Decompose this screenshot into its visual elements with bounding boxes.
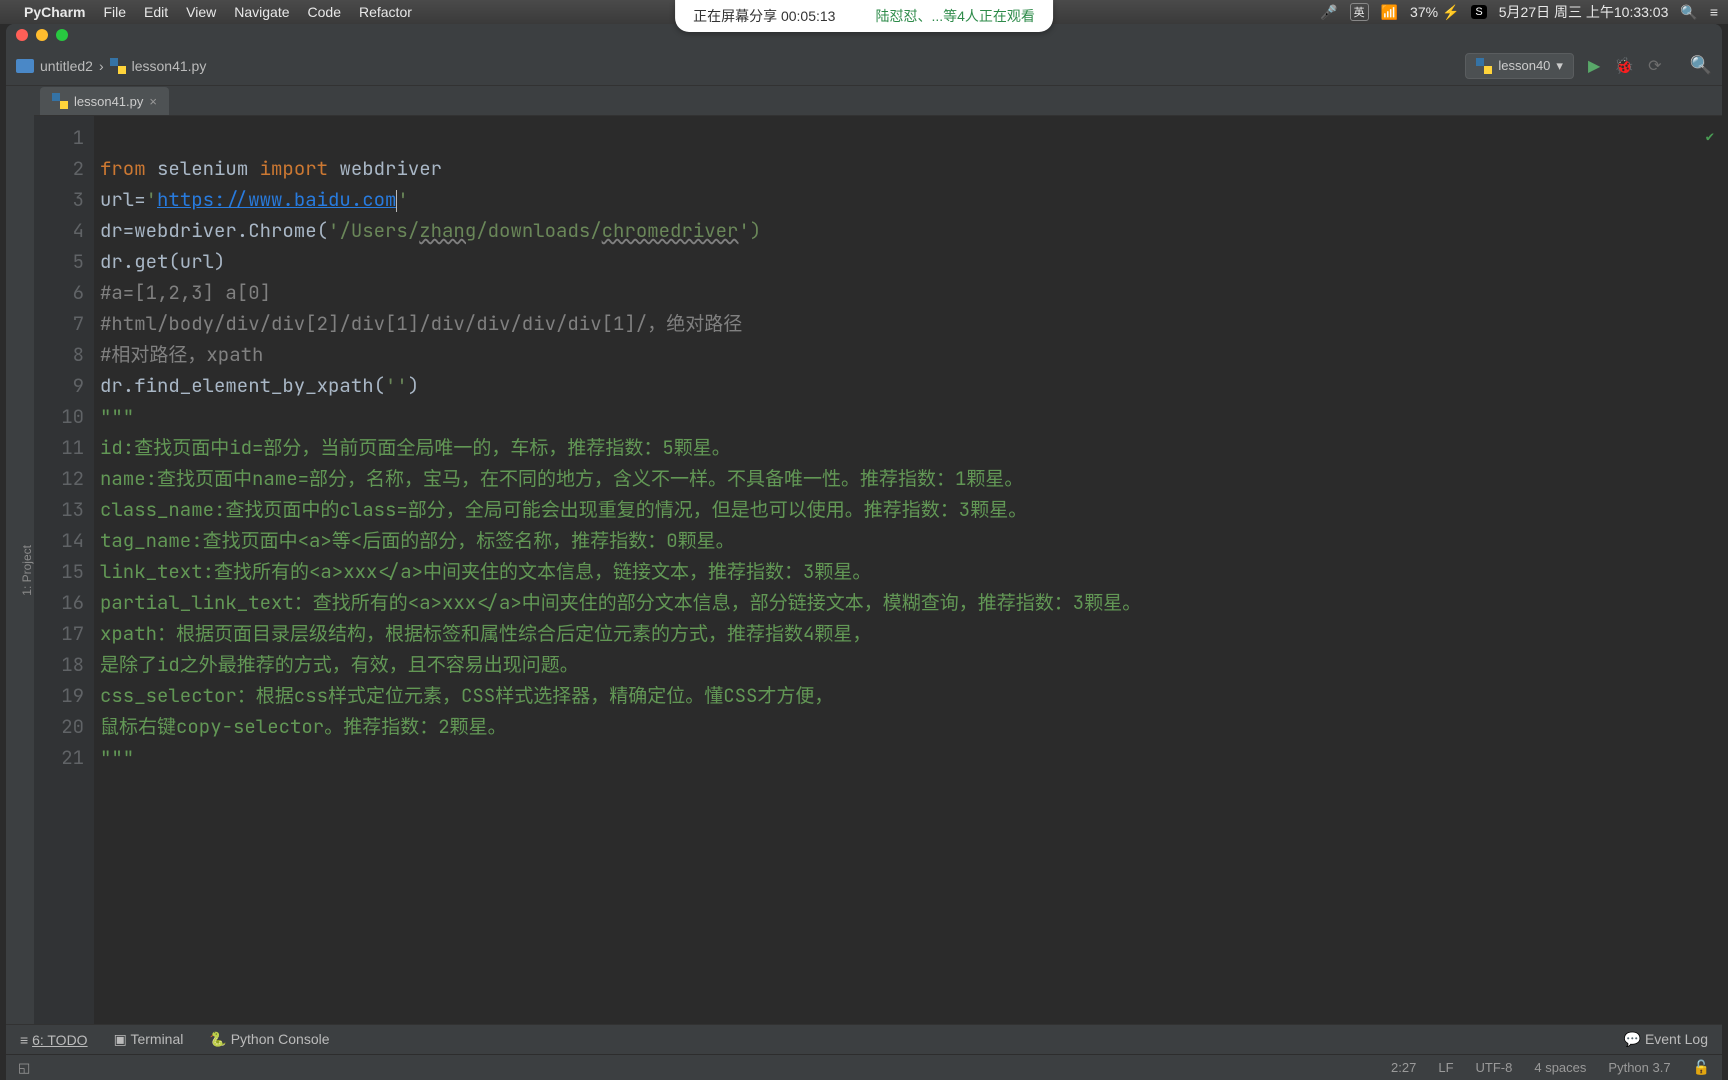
close-window-icon[interactable] bbox=[16, 29, 28, 41]
menu-file[interactable]: File bbox=[103, 4, 126, 20]
statusbar-toggle-icon[interactable]: ◱ bbox=[18, 1060, 30, 1076]
battery-status[interactable]: 37% ⚡ bbox=[1410, 4, 1459, 21]
pycharm-window: untitled2 › lesson41.py lesson40 ▾ ▶ 🐞 ⟳… bbox=[6, 24, 1722, 1080]
minimize-window-icon[interactable] bbox=[36, 29, 48, 41]
indent-setting[interactable]: 4 spaces bbox=[1534, 1060, 1586, 1075]
bottom-tool-stripe: ≡ 6: TODO ▣ Terminal 🐍 Python Console 💬 … bbox=[6, 1024, 1722, 1054]
menu-refactor[interactable]: Refactor bbox=[359, 4, 412, 20]
sogou-icon[interactable]: S bbox=[1471, 5, 1486, 19]
python-file-icon bbox=[110, 58, 126, 74]
python-interpreter[interactable]: Python 3.7 bbox=[1608, 1060, 1670, 1075]
editor-tabs: lesson41.py × bbox=[34, 86, 1722, 116]
screenshare-banner[interactable]: 正在屏幕分享 00:05:13 陆怼怼、...等4人正在观看 bbox=[675, 0, 1053, 32]
menu-edit[interactable]: Edit bbox=[144, 4, 168, 20]
code-text[interactable]: ✔from selenium import webdriver url='htt… bbox=[94, 116, 1722, 1024]
crumb-sep: › bbox=[99, 58, 104, 74]
run-config-selector[interactable]: lesson40 ▾ bbox=[1465, 53, 1574, 79]
search-everywhere-icon[interactable]: 🔍 bbox=[1690, 55, 1712, 76]
line-number-gutter: 1 2 3 4 5 6 7 8 9 10 11 12 13 14 15 16 1… bbox=[34, 116, 94, 1024]
chevron-down-icon: ▾ bbox=[1556, 58, 1563, 74]
close-tab-icon[interactable]: × bbox=[149, 94, 157, 109]
app-name[interactable]: PyCharm bbox=[24, 4, 85, 20]
crumb-project[interactable]: untitled2 bbox=[40, 58, 93, 74]
folder-icon bbox=[16, 59, 34, 73]
breadcrumb[interactable]: untitled2 › lesson41.py bbox=[16, 58, 206, 74]
file-encoding[interactable]: UTF-8 bbox=[1476, 1060, 1513, 1075]
inspection-ok-icon[interactable]: ✔ bbox=[1706, 122, 1714, 153]
tool-terminal[interactable]: ▣ Terminal bbox=[114, 1031, 184, 1048]
menu-view[interactable]: View bbox=[186, 4, 216, 20]
coverage-button[interactable]: ⟳ bbox=[1648, 56, 1661, 76]
menu-navigate[interactable]: Navigate bbox=[234, 4, 289, 20]
line-ending[interactable]: LF bbox=[1438, 1060, 1453, 1075]
tool-project[interactable]: 1: Project bbox=[20, 545, 34, 596]
code-editor[interactable]: 1 2 3 4 5 6 7 8 9 10 11 12 13 14 15 16 1… bbox=[34, 116, 1722, 1024]
crumb-file[interactable]: lesson41.py bbox=[132, 58, 207, 74]
left-tool-stripe: 1: Project 7: Structure 2: Favorites bbox=[6, 86, 34, 1024]
menu-extra-icon[interactable]: ≡ bbox=[1710, 4, 1718, 20]
caret-position[interactable]: 2:27 bbox=[1391, 1060, 1416, 1075]
tab-label: lesson41.py bbox=[74, 94, 143, 109]
zoom-window-icon[interactable] bbox=[56, 29, 68, 41]
run-config-label: lesson40 bbox=[1498, 58, 1550, 73]
run-button[interactable]: ▶ bbox=[1588, 56, 1600, 76]
share-status: 正在屏幕分享 00:05:13 bbox=[693, 6, 835, 26]
python-file-icon bbox=[52, 93, 68, 109]
navigation-bar: untitled2 › lesson41.py lesson40 ▾ ▶ 🐞 ⟳… bbox=[6, 46, 1722, 86]
tool-python-console[interactable]: 🐍 Python Console bbox=[209, 1031, 329, 1048]
clock[interactable]: 5月27日 周三 上午10:33:03 bbox=[1499, 2, 1669, 22]
run-toolbar: lesson40 ▾ ▶ 🐞 ⟳ 🔍 bbox=[1465, 53, 1712, 79]
python-file-icon bbox=[1476, 58, 1492, 74]
tab-lesson41[interactable]: lesson41.py × bbox=[40, 87, 169, 115]
spotlight-icon[interactable]: 🔍 bbox=[1680, 4, 1697, 21]
wifi-icon[interactable]: 📶 bbox=[1381, 4, 1398, 21]
status-bar: ◱ 2:27 LF UTF-8 4 spaces Python 3.7 🔓 bbox=[6, 1054, 1722, 1080]
debug-button[interactable]: 🐞 bbox=[1614, 56, 1634, 76]
menu-code[interactable]: Code bbox=[308, 4, 341, 20]
mic-icon[interactable]: 🎤 bbox=[1320, 4, 1337, 21]
editor-area: 1: Project 7: Structure 2: Favorites les… bbox=[6, 86, 1722, 1024]
readonly-lock-icon[interactable]: 🔓 bbox=[1693, 1059, 1710, 1076]
share-viewers: 陆怼怼、...等4人正在观看 bbox=[875, 6, 1034, 26]
event-log[interactable]: 💬 Event Log bbox=[1624, 1031, 1708, 1048]
ime-indicator[interactable]: 英 bbox=[1350, 3, 1369, 21]
tool-todo[interactable]: ≡ 6: TODO bbox=[20, 1032, 88, 1048]
